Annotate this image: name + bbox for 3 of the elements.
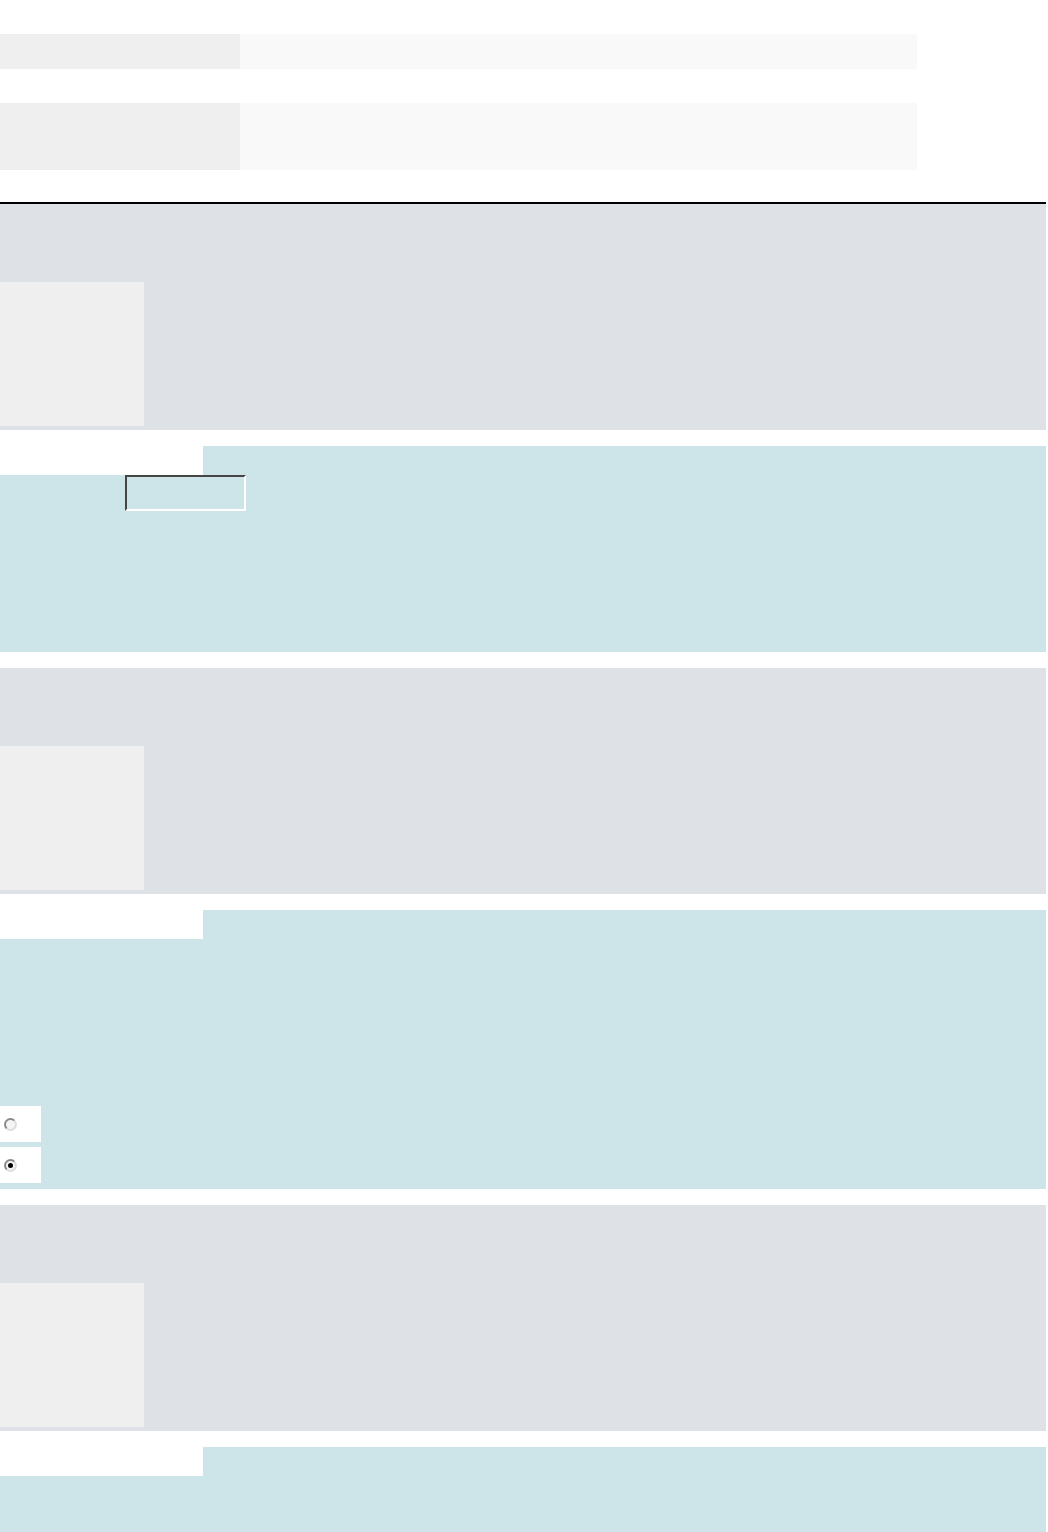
input-field[interactable] (125, 475, 246, 511)
radio-button[interactable] (4, 1117, 17, 1131)
radio-button[interactable] (4, 1158, 17, 1172)
